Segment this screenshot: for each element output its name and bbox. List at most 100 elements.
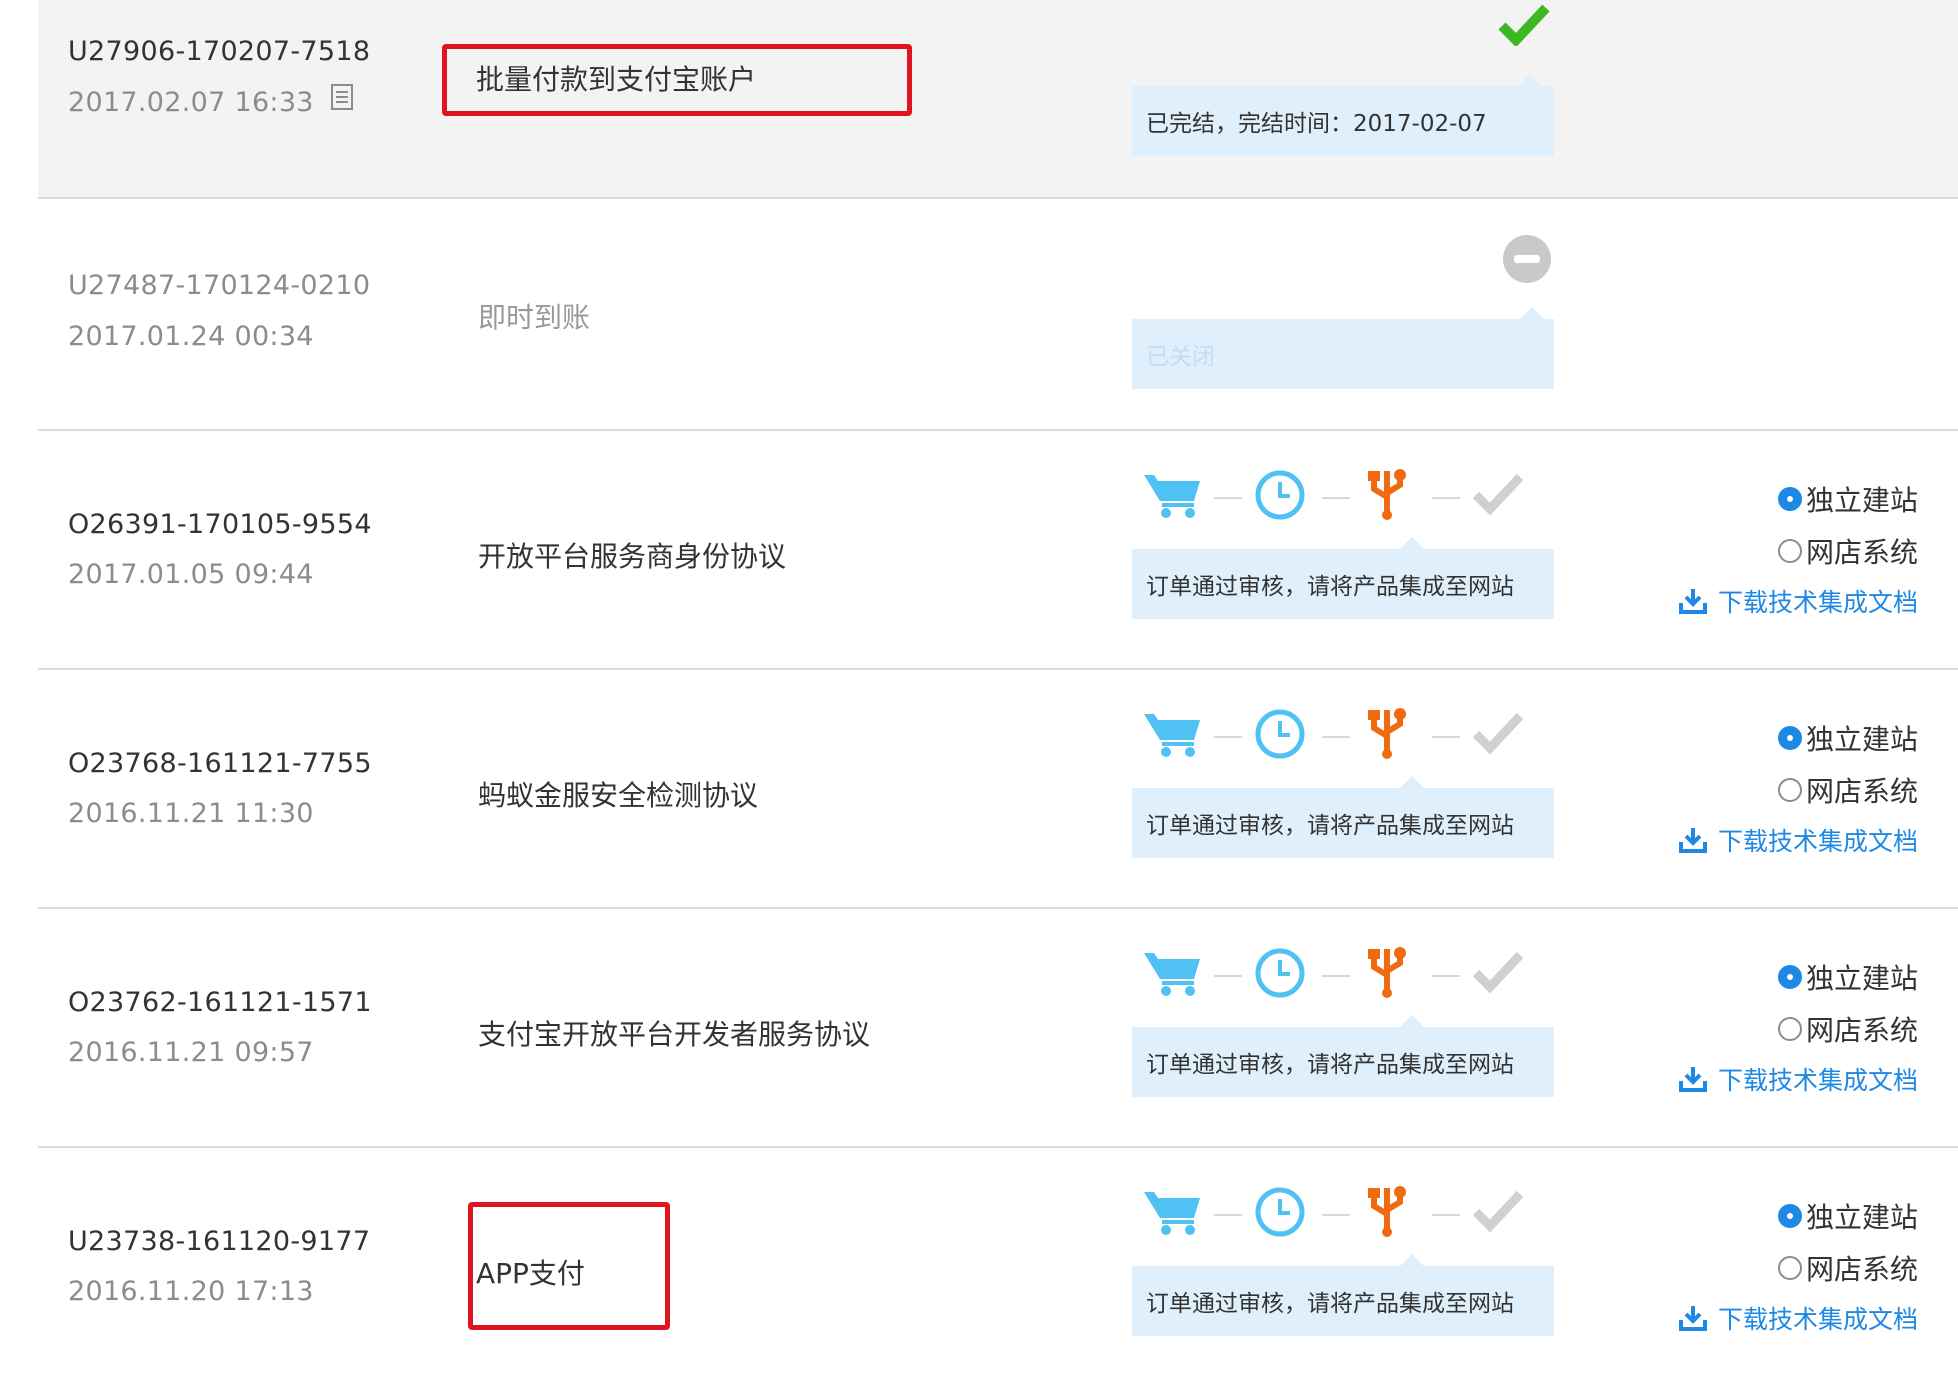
radio-shop-system[interactable]: 网店系统	[1777, 770, 1918, 810]
download-icon	[1678, 589, 1707, 614]
check-icon	[1472, 1188, 1524, 1236]
step-connector	[1432, 736, 1460, 738]
download-docs-link[interactable]: 下载技术集成文档	[1678, 583, 1918, 619]
radio-selected-icon	[1777, 487, 1802, 511]
order-id: U23738-161120-9177	[68, 1226, 371, 1257]
usb-icon	[1364, 945, 1410, 1003]
option-label: 独立建站	[1805, 484, 1918, 517]
status-box: 订单通过审核，请将产品集成至网站	[1132, 1015, 1554, 1097]
status-text: 已完结，完结时间：2017-02-07	[1146, 111, 1487, 137]
clock-icon	[1254, 1186, 1306, 1242]
check-icon	[1472, 710, 1524, 758]
status-text: 订单通过审核，请将产品集成至网站	[1146, 574, 1514, 600]
clock-icon	[1254, 947, 1306, 1003]
check-icon	[1472, 471, 1524, 519]
order-row: U27487-170124-0210 2017.01.24 00:34 即时到账…	[38, 199, 1958, 431]
radio-unselected-icon	[1777, 1256, 1802, 1280]
cart-icon	[1142, 706, 1202, 764]
status-text: 已关闭	[1146, 344, 1215, 370]
status-box: 订单通过审核，请将产品集成至网站	[1132, 537, 1554, 619]
order-time: 2016.11.20 17:13	[68, 1276, 314, 1307]
order-time: 2016.11.21 11:30	[68, 798, 314, 829]
download-label: 下载技术集成文档	[1717, 1305, 1918, 1334]
check-icon	[1498, 2, 1550, 50]
order-id: O26391-170105-9554	[68, 509, 372, 540]
product-name: 即时到账	[478, 301, 591, 334]
status-box: 订单通过审核，请将产品集成至网站	[1132, 776, 1554, 858]
option-label: 网店系统	[1805, 536, 1918, 569]
order-id: O23768-161121-7755	[68, 748, 372, 779]
step-connector	[1432, 1214, 1460, 1216]
order-time: 2016.11.21 09:57	[68, 1037, 314, 1068]
order-time: 2017.01.24 00:34	[68, 321, 314, 352]
option-label: 网店系统	[1805, 775, 1918, 808]
option-label: 独立建站	[1805, 962, 1918, 995]
download-label: 下载技术集成文档	[1717, 588, 1918, 617]
download-icon	[1678, 1067, 1707, 1092]
radio-unselected-icon	[1777, 539, 1802, 563]
radio-selected-icon	[1777, 726, 1802, 750]
radio-selected-icon	[1777, 1204, 1802, 1228]
option-label: 网店系统	[1805, 1253, 1918, 1286]
step-connector	[1214, 497, 1242, 499]
order-time: 2017.02.07 16:33	[68, 83, 354, 121]
option-label: 网店系统	[1805, 1014, 1918, 1047]
radio-standalone-site[interactable]: 独立建站	[1777, 718, 1918, 758]
product-name: 支付宝开放平台开发者服务协议	[478, 1018, 871, 1051]
step-connector	[1322, 736, 1350, 738]
check-icon	[1472, 949, 1524, 997]
radio-standalone-site[interactable]: 独立建站	[1777, 479, 1918, 519]
step-connector	[1214, 736, 1242, 738]
order-id: O23762-161121-1571	[68, 987, 372, 1018]
cart-icon	[1142, 1184, 1202, 1242]
radio-unselected-icon	[1777, 778, 1802, 802]
radio-shop-system[interactable]: 网店系统	[1777, 1009, 1918, 1049]
radio-standalone-site[interactable]: 独立建站	[1777, 957, 1918, 997]
order-row: O26391-170105-9554 2017.01.05 09:44 开放平台…	[38, 431, 1958, 670]
status-text: 订单通过审核，请将产品集成至网站	[1146, 1052, 1514, 1078]
radio-unselected-icon	[1777, 1017, 1802, 1041]
step-connector	[1214, 1214, 1242, 1216]
product-name: 批量付款到支付宝账户	[476, 63, 757, 96]
cart-icon	[1142, 467, 1202, 525]
option-label: 独立建站	[1805, 723, 1918, 756]
order-row: U23738-161120-9177 2016.11.20 17:13 APP支…	[38, 1148, 1958, 1388]
download-icon	[1678, 828, 1707, 853]
download-label: 下载技术集成文档	[1717, 1066, 1918, 1095]
order-list: U27906-170207-7518 2017.02.07 16:33 批量付款…	[38, 0, 1958, 1388]
product-name: APP支付	[476, 1257, 585, 1290]
download-docs-link[interactable]: 下载技术集成文档	[1678, 822, 1918, 858]
download-docs-link[interactable]: 下载技术集成文档	[1678, 1061, 1918, 1097]
progress-steps	[1142, 706, 1582, 766]
usb-icon	[1364, 706, 1410, 764]
status-box: 已完结，完结时间：2017-02-07	[1132, 74, 1554, 156]
progress-steps	[1142, 1184, 1582, 1244]
download-label: 下载技术集成文档	[1717, 827, 1918, 856]
radio-standalone-site[interactable]: 独立建站	[1777, 1196, 1918, 1236]
step-connector	[1432, 975, 1460, 977]
radio-selected-icon	[1777, 965, 1802, 989]
product-name: 蚂蚁金服安全检测协议	[478, 779, 759, 812]
step-connector	[1322, 497, 1350, 499]
order-id: U27906-170207-7518	[68, 36, 371, 67]
step-connector	[1432, 497, 1460, 499]
radio-shop-system[interactable]: 网店系统	[1777, 531, 1918, 571]
usb-icon	[1364, 467, 1410, 525]
order-row: O23762-161121-1571 2016.11.21 09:57 支付宝开…	[38, 909, 1958, 1148]
order-id: U27487-170124-0210	[68, 270, 371, 301]
clock-icon	[1254, 708, 1306, 764]
progress-steps	[1142, 945, 1582, 1005]
radio-shop-system[interactable]: 网店系统	[1777, 1248, 1918, 1288]
download-icon	[1678, 1306, 1707, 1331]
status-box: 已关闭	[1132, 307, 1554, 389]
step-connector	[1322, 1214, 1350, 1216]
clock-icon	[1254, 469, 1306, 525]
document-icon[interactable]	[330, 83, 354, 118]
usb-icon	[1364, 1184, 1410, 1242]
status-box: 订单通过审核，请将产品集成至网站	[1132, 1254, 1554, 1336]
order-time-text: 2017.02.07 16:33	[68, 87, 314, 118]
download-docs-link[interactable]: 下载技术集成文档	[1678, 1300, 1918, 1336]
status-text: 订单通过审核，请将产品集成至网站	[1146, 1291, 1514, 1317]
step-connector	[1322, 975, 1350, 977]
order-time: 2017.01.05 09:44	[68, 559, 314, 590]
